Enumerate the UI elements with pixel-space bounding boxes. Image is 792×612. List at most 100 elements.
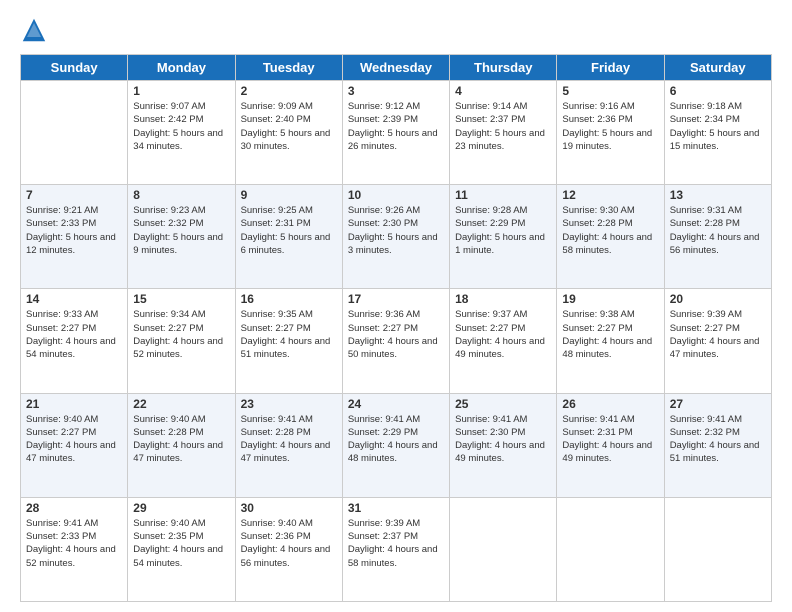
cell-info: Sunrise: 9:41 AMSunset: 2:31 PMDaylight:… <box>562 413 658 466</box>
calendar-cell: 2Sunrise: 9:09 AMSunset: 2:40 PMDaylight… <box>235 81 342 185</box>
calendar-week-row: 14 Sunrise: 9:33 AMSunset: 2:27 PMDayligh… <box>21 289 772 393</box>
day-number: 12 <box>562 188 658 202</box>
calendar-cell: 7 Sunrise: 9:21 AMSunset: 2:33 PMDaylight… <box>21 185 128 289</box>
day-number: 9 <box>241 188 337 202</box>
calendar-cell: 5 Sunrise: 9:16 AMSunset: 2:36 PMDaylight… <box>557 81 664 185</box>
cell-info: Sunrise: 9:36 AMSunset: 2:27 PMDaylight:… <box>348 308 444 361</box>
day-number: 13 <box>670 188 766 202</box>
day-number: 11 <box>455 188 551 202</box>
calendar-cell: 21Sunrise: 9:40 AMSunset: 2:27 PMDayligh… <box>21 393 128 497</box>
calendar-cell: 24 Sunrise: 9:41 AMSunset: 2:29 PMDayligh… <box>342 393 449 497</box>
day-number: 6 <box>670 84 766 98</box>
day-number: 25 <box>455 397 551 411</box>
day-number: 28 <box>26 501 122 515</box>
day-number: 26 <box>562 397 658 411</box>
cell-info: Sunrise: 9:40 AMSunset: 2:36 PMDaylight:… <box>241 517 337 570</box>
day-number: 5 <box>562 84 658 98</box>
cell-info: Sunrise: 9:35 AMSunset: 2:27 PMDaylight:… <box>241 308 337 361</box>
day-number: 8 <box>133 188 229 202</box>
day-number: 31 <box>348 501 444 515</box>
calendar-cell: 14 Sunrise: 9:33 AMSunset: 2:27 PMDayligh… <box>21 289 128 393</box>
cell-info: Sunrise: 9:33 AMSunset: 2:27 PMDaylight:… <box>26 308 122 361</box>
calendar-cell <box>664 497 771 601</box>
calendar-cell: 8 Sunrise: 9:23 AMSunset: 2:32 PMDaylight… <box>128 185 235 289</box>
cell-info: Sunrise: 9:38 AMSunset: 2:27 PMDaylight:… <box>562 308 658 361</box>
col-header-sunday: Sunday <box>21 55 128 81</box>
calendar-cell: 17 Sunrise: 9:36 AMSunset: 2:27 PMDayligh… <box>342 289 449 393</box>
day-number: 19 <box>562 292 658 306</box>
header <box>20 16 772 44</box>
calendar-cell: 15 Sunrise: 9:34 AMSunset: 2:27 PMDayligh… <box>128 289 235 393</box>
calendar-cell: 13 Sunrise: 9:31 AMSunset: 2:28 PMDayligh… <box>664 185 771 289</box>
calendar-cell: 22 Sunrise: 9:40 AMSunset: 2:28 PMDayligh… <box>128 393 235 497</box>
day-number: 17 <box>348 292 444 306</box>
logo <box>20 16 50 44</box>
calendar-cell: 1Sunrise: 9:07 AMSunset: 2:42 PMDaylight… <box>128 81 235 185</box>
cell-info: Sunrise: 9:26 AMSunset: 2:30 PMDaylight:… <box>348 204 444 257</box>
day-number: 23 <box>241 397 337 411</box>
calendar-cell: 26 Sunrise: 9:41 AMSunset: 2:31 PMDayligh… <box>557 393 664 497</box>
day-number: 20 <box>670 292 766 306</box>
calendar-cell: 25 Sunrise: 9:41 AMSunset: 2:30 PMDayligh… <box>450 393 557 497</box>
calendar-week-row: 1Sunrise: 9:07 AMSunset: 2:42 PMDaylight… <box>21 81 772 185</box>
calendar-cell: 30 Sunrise: 9:40 AMSunset: 2:36 PMDayligh… <box>235 497 342 601</box>
day-number: 3 <box>348 84 444 98</box>
cell-info: Sunrise: 9:40 AMSunset: 2:35 PMDaylight:… <box>133 517 229 570</box>
cell-info: Sunrise: 9:12 AMSunset: 2:39 PMDaylight:… <box>348 100 444 153</box>
calendar-cell <box>450 497 557 601</box>
day-number: 21 <box>26 397 122 411</box>
calendar-header-row: SundayMondayTuesdayWednesdayThursdayFrid… <box>21 55 772 81</box>
cell-info: Sunrise: 9:18 AMSunset: 2:34 PMDaylight:… <box>670 100 766 153</box>
cell-info: Sunrise: 9:21 AMSunset: 2:33 PMDaylight:… <box>26 204 122 257</box>
col-header-thursday: Thursday <box>450 55 557 81</box>
day-number: 15 <box>133 292 229 306</box>
calendar-cell: 31 Sunrise: 9:39 AMSunset: 2:37 PMDayligh… <box>342 497 449 601</box>
calendar-cell: 6 Sunrise: 9:18 AMSunset: 2:34 PMDaylight… <box>664 81 771 185</box>
page: SundayMondayTuesdayWednesdayThursdayFrid… <box>0 0 792 612</box>
cell-info: Sunrise: 9:25 AMSunset: 2:31 PMDaylight:… <box>241 204 337 257</box>
calendar-week-row: 21Sunrise: 9:40 AMSunset: 2:27 PMDayligh… <box>21 393 772 497</box>
cell-info: Sunrise: 9:41 AMSunset: 2:33 PMDaylight:… <box>26 517 122 570</box>
cell-info: Sunrise: 9:41 AMSunset: 2:29 PMDaylight:… <box>348 413 444 466</box>
cell-info: Sunrise: 9:37 AMSunset: 2:27 PMDaylight:… <box>455 308 551 361</box>
calendar-cell: 3 Sunrise: 9:12 AMSunset: 2:39 PMDaylight… <box>342 81 449 185</box>
calendar-cell: 10 Sunrise: 9:26 AMSunset: 2:30 PMDayligh… <box>342 185 449 289</box>
calendar-cell: 9 Sunrise: 9:25 AMSunset: 2:31 PMDaylight… <box>235 185 342 289</box>
col-header-saturday: Saturday <box>664 55 771 81</box>
day-number: 22 <box>133 397 229 411</box>
calendar-week-row: 7 Sunrise: 9:21 AMSunset: 2:33 PMDaylight… <box>21 185 772 289</box>
cell-info: Sunrise: 9:31 AMSunset: 2:28 PMDaylight:… <box>670 204 766 257</box>
col-header-monday: Monday <box>128 55 235 81</box>
calendar-cell <box>21 81 128 185</box>
cell-info: Sunrise: 9:16 AMSunset: 2:36 PMDaylight:… <box>562 100 658 153</box>
day-number: 29 <box>133 501 229 515</box>
calendar-cell: 11 Sunrise: 9:28 AMSunset: 2:29 PMDayligh… <box>450 185 557 289</box>
calendar-cell <box>557 497 664 601</box>
day-number: 7 <box>26 188 122 202</box>
cell-info: Sunrise: 9:41 AMSunset: 2:32 PMDaylight:… <box>670 413 766 466</box>
cell-info: Sunrise: 9:09 AMSunset: 2:40 PMDaylight:… <box>241 100 337 153</box>
cell-info: Sunrise: 9:39 AMSunset: 2:27 PMDaylight:… <box>670 308 766 361</box>
cell-info: Sunrise: 9:30 AMSunset: 2:28 PMDaylight:… <box>562 204 658 257</box>
calendar-cell: 27 Sunrise: 9:41 AMSunset: 2:32 PMDayligh… <box>664 393 771 497</box>
calendar-cell: 29 Sunrise: 9:40 AMSunset: 2:35 PMDayligh… <box>128 497 235 601</box>
cell-info: Sunrise: 9:41 AMSunset: 2:30 PMDaylight:… <box>455 413 551 466</box>
day-number: 18 <box>455 292 551 306</box>
calendar-cell: 20 Sunrise: 9:39 AMSunset: 2:27 PMDayligh… <box>664 289 771 393</box>
cell-info: Sunrise: 9:23 AMSunset: 2:32 PMDaylight:… <box>133 204 229 257</box>
col-header-wednesday: Wednesday <box>342 55 449 81</box>
day-number: 24 <box>348 397 444 411</box>
day-number: 4 <box>455 84 551 98</box>
day-number: 10 <box>348 188 444 202</box>
col-header-tuesday: Tuesday <box>235 55 342 81</box>
logo-icon <box>20 16 48 44</box>
cell-info: Sunrise: 9:39 AMSunset: 2:37 PMDaylight:… <box>348 517 444 570</box>
day-number: 14 <box>26 292 122 306</box>
cell-info: Sunrise: 9:40 AMSunset: 2:28 PMDaylight:… <box>133 413 229 466</box>
day-number: 30 <box>241 501 337 515</box>
day-number: 27 <box>670 397 766 411</box>
cell-info: Sunrise: 9:28 AMSunset: 2:29 PMDaylight:… <box>455 204 551 257</box>
col-header-friday: Friday <box>557 55 664 81</box>
calendar-cell: 19 Sunrise: 9:38 AMSunset: 2:27 PMDayligh… <box>557 289 664 393</box>
cell-info: Sunrise: 9:34 AMSunset: 2:27 PMDaylight:… <box>133 308 229 361</box>
